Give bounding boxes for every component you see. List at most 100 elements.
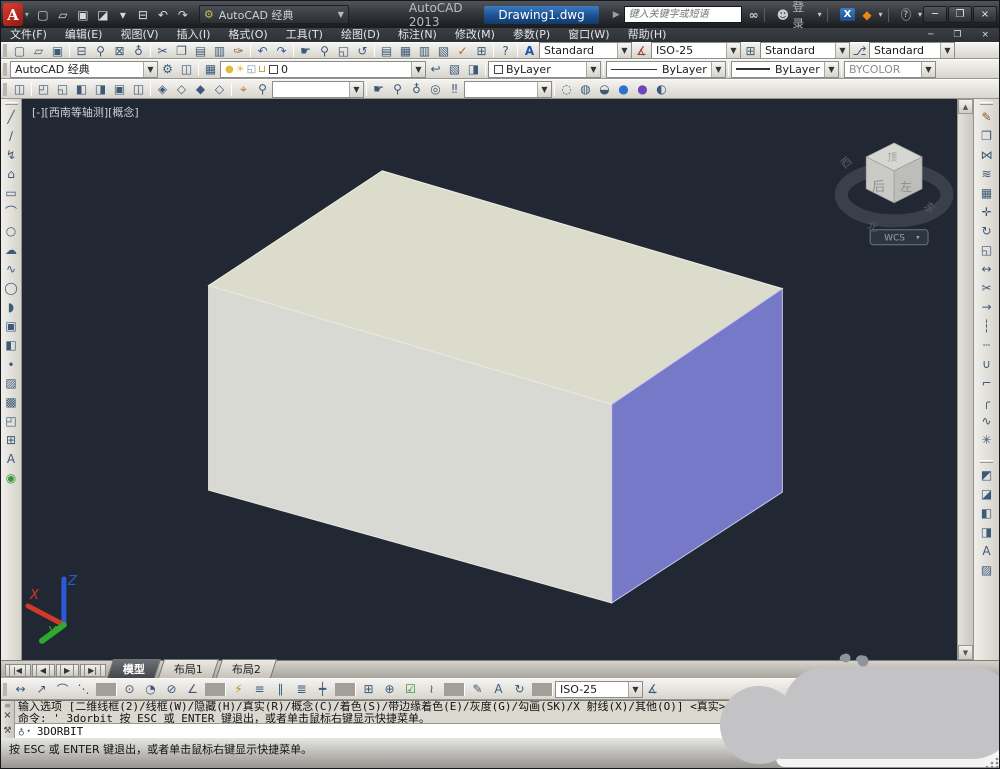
dim-text-edit-button[interactable]: A xyxy=(488,682,509,697)
zoom-button[interactable]: ⚲ xyxy=(388,82,407,97)
qat-redo-button[interactable]: ↷ xyxy=(173,5,193,24)
menu-modify[interactable]: 修改(M) xyxy=(446,28,504,42)
view-se-isometric-button[interactable]: ◇ xyxy=(172,82,191,97)
new-button[interactable]: ▢ xyxy=(10,43,29,58)
menu-format[interactable]: 格式(O) xyxy=(219,28,276,42)
command-close-button[interactable]: × xyxy=(3,710,11,721)
zoom-window-button[interactable]: ◱ xyxy=(334,43,353,58)
menu-draw[interactable]: 绘图(D) xyxy=(332,28,389,42)
paste-button[interactable]: ▤ xyxy=(191,43,210,58)
layer-properties-button[interactable]: ▦ xyxy=(201,62,220,77)
layer-states-button[interactable]: ▧ xyxy=(445,62,464,77)
viewcube-right-label[interactable]: 左 xyxy=(900,179,912,194)
view-sw-isometric-button[interactable]: ◈ xyxy=(153,82,172,97)
scrollbar-track[interactable] xyxy=(958,114,973,645)
dim-arc-length-button[interactable]: ⌒ xyxy=(52,682,73,697)
layer-previous-button[interactable]: ↩ xyxy=(426,62,445,77)
vs-2d-wireframe-button[interactable]: ◌ xyxy=(557,82,576,97)
polygon-button[interactable]: ⌂ xyxy=(2,164,21,183)
tab-nav-button[interactable]: ◀ xyxy=(31,664,56,677)
walk-button[interactable]: ‼ xyxy=(445,82,464,97)
maximize-button[interactable]: ❐ xyxy=(948,6,972,23)
vs-manager-button[interactable]: ◐ xyxy=(652,82,671,97)
explode-button[interactable]: ✳ xyxy=(977,430,996,449)
dim-aligned-button[interactable]: ↗ xyxy=(31,682,52,697)
offset-button[interactable]: ≋ xyxy=(977,164,996,183)
tab-layout1[interactable]: 布局1 xyxy=(157,659,220,678)
dim-style-select[interactable]: ISO-25 ▼ xyxy=(555,680,643,698)
break-button[interactable]: ┄ xyxy=(977,335,996,354)
undo-button[interactable]: ↶ xyxy=(253,43,272,58)
box-solid[interactable] xyxy=(207,170,784,604)
table-button[interactable]: ⊞ xyxy=(2,430,21,449)
markup-button[interactable]: ✓ xyxy=(453,43,472,58)
command-grip[interactable]: ≡ xyxy=(4,701,11,710)
drawing-viewport[interactable]: [-][西南等轴测][概念] 顶 后 左 西 北 东 WCS ▾ Z X Y xyxy=(22,99,957,660)
publish-button[interactable]: ⊠ xyxy=(110,43,129,58)
blend-curves-button[interactable]: ∿ xyxy=(977,411,996,430)
cut-button[interactable]: ✂ xyxy=(153,43,172,58)
circle-button[interactable]: ○ xyxy=(2,221,21,240)
app-menu-caret-icon[interactable]: ▾ xyxy=(25,10,29,19)
quickcalc-button[interactable]: ⊞ xyxy=(472,43,491,58)
toolbar-grip[interactable] xyxy=(3,82,7,96)
copy-button[interactable]: ❐ xyxy=(977,126,996,145)
dim-continue-button[interactable]: ∥ xyxy=(270,682,291,697)
binoculars-icon[interactable]: ∞ xyxy=(749,8,759,22)
array-button[interactable]: ▦ xyxy=(977,183,996,202)
zoom-realtime-button[interactable]: ⚲ xyxy=(315,43,334,58)
chevron-down-icon[interactable]: ▾ xyxy=(879,10,883,19)
chevron-down-icon[interactable]: ▾ xyxy=(27,727,31,735)
lock-icon[interactable]: ◆ xyxy=(862,8,871,22)
upload-button[interactable]: ♁ xyxy=(129,43,148,58)
workspace-select[interactable]: AutoCAD 经典 ▼ xyxy=(10,60,158,78)
region-button[interactable]: ◰ xyxy=(2,411,21,430)
tab-nav-button[interactable]: ▶ xyxy=(56,664,80,677)
toolbar-grip[interactable] xyxy=(3,682,7,696)
layer-isolate-button[interactable]: ◨ xyxy=(464,62,483,77)
point-button[interactable]: ∙ xyxy=(2,354,21,373)
toolbar-grip[interactable] xyxy=(980,460,993,463)
rectangle-button[interactable]: ▭ xyxy=(2,183,21,202)
chamfer-button[interactable]: ⌐ xyxy=(977,373,996,392)
line-button[interactable]: ╱ xyxy=(2,107,21,126)
polyline-button[interactable]: ↯ xyxy=(2,145,21,164)
view-front-button[interactable]: ▣ xyxy=(110,82,129,97)
lineweight-select[interactable]: ByLayer ▼ xyxy=(731,60,839,78)
properties-button[interactable]: ▤ xyxy=(377,43,396,58)
view-nw-isometric-button[interactable]: ◇ xyxy=(210,82,229,97)
view-back-button[interactable]: ◫ xyxy=(129,82,148,97)
toolbar-grip[interactable] xyxy=(4,102,18,105)
doc-minimize-button[interactable]: ─ xyxy=(918,30,943,40)
command-input-line[interactable]: ♁ ▾ 3DORBIT xyxy=(15,723,999,738)
zoom-previous-button[interactable]: ↺ xyxy=(353,43,372,58)
table-style-select[interactable]: Standard ▼ xyxy=(760,42,850,59)
dim-diameter-button[interactable]: ⊘ xyxy=(161,682,182,697)
viewcube[interactable]: 顶 后 左 西 北 东 WCS ▾ xyxy=(834,142,954,246)
text-style-select[interactable]: Standard ▼ xyxy=(539,42,632,59)
app-logo-button[interactable]: A xyxy=(3,3,23,26)
compass-west-label[interactable]: 西 xyxy=(838,154,855,171)
command-input-text[interactable]: 3DORBIT xyxy=(37,725,83,738)
vertical-scrollbar[interactable]: ▲ ▼ xyxy=(957,99,973,660)
menu-window[interactable]: 窗口(W) xyxy=(559,28,618,42)
dim-ordinate-button[interactable]: ⋱ xyxy=(73,682,94,697)
vs-wireframe-button[interactable]: ◍ xyxy=(576,82,595,97)
vs-hidden-button[interactable]: ◒ xyxy=(595,82,614,97)
named-view-select[interactable]: ▼ xyxy=(272,80,364,98)
visual-style-select[interactable]: ▼ xyxy=(464,80,552,98)
dim-radius-button[interactable]: ⊙ xyxy=(119,682,140,697)
workspace-switcher[interactable]: ⚙ AutoCAD 经典 ▼ xyxy=(198,5,349,24)
view-right-button[interactable]: ◨ xyxy=(91,82,110,97)
view-left-button[interactable]: ◧ xyxy=(72,82,91,97)
help-button[interactable]: ? xyxy=(900,8,911,21)
gradient-button[interactable]: ▩ xyxy=(2,392,21,411)
tab-nav-button[interactable]: ▶| xyxy=(80,664,107,677)
tool-palettes-button[interactable]: ▥ xyxy=(415,43,434,58)
linetype-select[interactable]: ByLayer ▼ xyxy=(606,60,726,78)
tab-nav-button[interactable]: |◀ xyxy=(5,664,31,677)
view-bottom-button[interactable]: ◱ xyxy=(53,82,72,97)
view-ne-isometric-button[interactable]: ◆ xyxy=(191,82,210,97)
dim-tolerance-button[interactable]: ⊞ xyxy=(358,682,379,697)
qat-more-dropdown[interactable]: ▾ xyxy=(113,5,133,24)
